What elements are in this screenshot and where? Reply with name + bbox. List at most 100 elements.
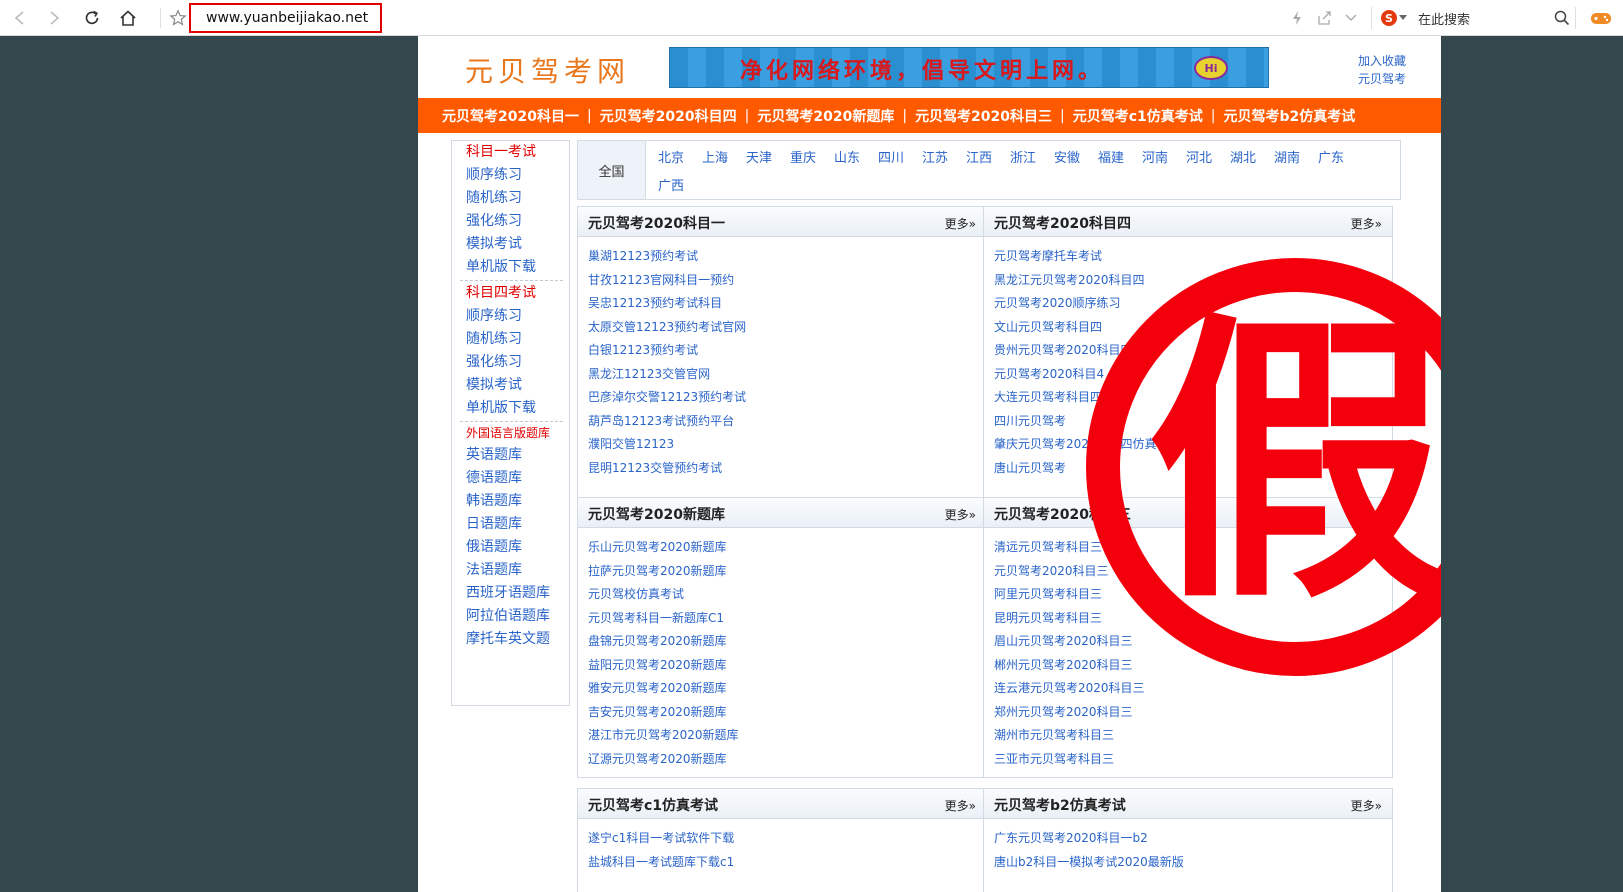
- list-item[interactable]: 巢湖12123预约考试: [588, 245, 986, 269]
- list-item[interactable]: 连云港元贝驾考2020科目三: [994, 677, 1392, 701]
- sidebar-item[interactable]: 西班牙语题库: [466, 582, 569, 605]
- list-item[interactable]: 广东元贝驾考2020科目一b2: [994, 827, 1392, 851]
- panel-title[interactable]: 元贝驾考c1仿真考试: [588, 795, 718, 815]
- list-item[interactable]: 辽源元贝驾考2020新题库: [588, 748, 986, 772]
- nav-item[interactable]: 元贝驾考2020科目三: [915, 106, 1052, 126]
- list-item[interactable]: 元贝驾考2020顺序练习: [994, 292, 1392, 316]
- more-link[interactable]: 更多»: [1351, 506, 1382, 523]
- sidebar-item-foreign[interactable]: 外国语言版题库: [466, 423, 569, 444]
- list-item[interactable]: 雅安元贝驾考2020新题库: [588, 677, 986, 701]
- list-item[interactable]: 黑龙江12123交管官网: [588, 363, 986, 387]
- sidebar-item[interactable]: 强化练习: [466, 351, 569, 374]
- lightning-icon[interactable]: [1288, 9, 1306, 27]
- panel-title[interactable]: 元贝驾考2020科目四: [994, 213, 1131, 233]
- list-item[interactable]: 四川元贝驾考: [994, 410, 1392, 434]
- nav-item[interactable]: 元贝驾考2020科目四: [600, 106, 737, 126]
- engine-dropdown-icon[interactable]: [1398, 9, 1408, 27]
- list-item[interactable]: 太原交管12123预约考试官网: [588, 316, 986, 340]
- region-link[interactable]: 安徽: [1054, 145, 1098, 173]
- chevron-down-icon[interactable]: [1342, 9, 1360, 27]
- list-item[interactable]: 元贝驾考2020科目4: [994, 363, 1392, 387]
- list-item[interactable]: 大连元贝驾考科目四: [994, 386, 1392, 410]
- sidebar-item-subject4[interactable]: 科目四考试: [466, 282, 569, 305]
- bookmark-star-icon[interactable]: [166, 6, 190, 30]
- add-favorite-link[interactable]: 加入收藏: [1358, 52, 1406, 70]
- region-all[interactable]: 全国: [578, 141, 646, 199]
- region-link[interactable]: 上海: [702, 145, 746, 173]
- forward-icon[interactable]: [42, 6, 66, 30]
- list-item[interactable]: 甘孜12123官网科目一预约: [588, 269, 986, 293]
- site-name-link[interactable]: 元贝驾考: [1358, 70, 1406, 88]
- region-link[interactable]: 河北: [1186, 145, 1230, 173]
- list-item[interactable]: 葫芦岛12123考试预约平台: [588, 410, 986, 434]
- list-item[interactable]: 元贝驾考摩托车考试: [994, 245, 1392, 269]
- list-item[interactable]: 吴忠12123预约考试科目: [588, 292, 986, 316]
- list-item[interactable]: 贵州元贝驾考2020科目四: [994, 339, 1392, 363]
- panel-title[interactable]: 元贝驾考b2仿真考试: [994, 795, 1126, 815]
- sidebar-item[interactable]: 模拟考试: [466, 374, 569, 397]
- list-item[interactable]: 郑州元贝驾考2020科目三: [994, 701, 1392, 725]
- nav-item[interactable]: 元贝驾考b2仿真考试: [1224, 106, 1356, 126]
- sidebar-item[interactable]: 强化练习: [466, 210, 569, 233]
- search-engine-icon[interactable]: S: [1380, 9, 1398, 27]
- search-icon[interactable]: [1553, 9, 1571, 27]
- region-link[interactable]: 河南: [1142, 145, 1186, 173]
- home-icon[interactable]: [116, 6, 140, 30]
- list-item[interactable]: 阿里元贝驾考科目三: [994, 583, 1392, 607]
- list-item[interactable]: 白银12123预约考试: [588, 339, 986, 363]
- region-link[interactable]: 湖南: [1274, 145, 1318, 173]
- region-link[interactable]: 湖北: [1230, 145, 1274, 173]
- sidebar-item[interactable]: 顺序练习: [466, 305, 569, 328]
- more-link[interactable]: 更多»: [945, 215, 976, 232]
- list-item[interactable]: 黑龙江元贝驾考2020科目四: [994, 269, 1392, 293]
- panel-title[interactable]: 元贝驾考2020新题库: [588, 504, 725, 524]
- list-item[interactable]: 吉安元贝驾考2020新题库: [588, 701, 986, 725]
- region-link[interactable]: 天津: [746, 145, 790, 173]
- region-link[interactable]: 四川: [878, 145, 922, 173]
- sidebar-item[interactable]: 日语题库: [466, 513, 569, 536]
- region-link[interactable]: 江西: [966, 145, 1010, 173]
- region-link[interactable]: 广东: [1318, 145, 1362, 173]
- region-link[interactable]: 山东: [834, 145, 878, 173]
- region-link[interactable]: 重庆: [790, 145, 834, 173]
- region-link[interactable]: 江苏: [922, 145, 966, 173]
- sidebar-item[interactable]: 阿拉伯语题库: [466, 605, 569, 628]
- back-icon[interactable]: [8, 6, 32, 30]
- more-link[interactable]: 更多»: [1351, 797, 1382, 814]
- panel-title[interactable]: 元贝驾考2020科目三: [994, 504, 1131, 524]
- more-link[interactable]: 更多»: [945, 797, 976, 814]
- nav-item[interactable]: 元贝驾考c1仿真考试: [1073, 106, 1203, 126]
- sidebar-item[interactable]: 模拟考试: [466, 233, 569, 256]
- search-input[interactable]: 在此搜索: [1418, 9, 1470, 28]
- list-item[interactable]: 濮阳交管12123: [588, 433, 986, 457]
- list-item[interactable]: 元贝驾考2020科目三: [994, 560, 1392, 584]
- sidebar-item[interactable]: 随机练习: [466, 328, 569, 351]
- region-link[interactable]: 北京: [658, 145, 702, 173]
- nav-item[interactable]: 元贝驾考2020新题库: [757, 106, 894, 126]
- list-item[interactable]: 元贝驾考科目一新题库C1: [588, 607, 986, 631]
- sidebar-item[interactable]: 顺序练习: [466, 164, 569, 187]
- list-item[interactable]: 文山元贝驾考科目四: [994, 316, 1392, 340]
- list-item[interactable]: 拉萨元贝驾考2020新题库: [588, 560, 986, 584]
- sidebar-item[interactable]: 摩托车英文题: [466, 628, 569, 651]
- list-item[interactable]: 肇庆元贝驾考2020科目四仿真考试: [994, 433, 1392, 457]
- sidebar-item[interactable]: 随机练习: [466, 187, 569, 210]
- panel-title[interactable]: 元贝驾考2020科目一: [588, 213, 725, 233]
- list-item[interactable]: 湛江市元贝驾考2020新题库: [588, 724, 986, 748]
- list-item[interactable]: 盘锦元贝驾考2020新题库: [588, 630, 986, 654]
- sidebar-item[interactable]: 德语题库: [466, 467, 569, 490]
- list-item[interactable]: 唐山b2科目一模拟考试2020最新版: [994, 851, 1392, 875]
- list-item[interactable]: 清远元贝驾考科目三: [994, 536, 1392, 560]
- game-controller-icon[interactable]: [1590, 9, 1612, 27]
- sidebar-item[interactable]: 单机版下载: [466, 256, 569, 279]
- list-item[interactable]: 乐山元贝驾考2020新题库: [588, 536, 986, 560]
- sidebar-item[interactable]: 单机版下载: [466, 397, 569, 420]
- list-item[interactable]: 元贝驾校仿真考试: [588, 583, 986, 607]
- list-item[interactable]: 益阳元贝驾考2020新题库: [588, 654, 986, 678]
- list-item[interactable]: 唐山元贝驾考: [994, 457, 1392, 481]
- region-link[interactable]: 福建: [1098, 145, 1142, 173]
- site-logo[interactable]: 元贝驾考网: [465, 50, 630, 90]
- list-item[interactable]: 眉山元贝驾考2020科目三: [994, 630, 1392, 654]
- share-icon[interactable]: [1315, 9, 1333, 27]
- sidebar-item[interactable]: 俄语题库: [466, 536, 569, 559]
